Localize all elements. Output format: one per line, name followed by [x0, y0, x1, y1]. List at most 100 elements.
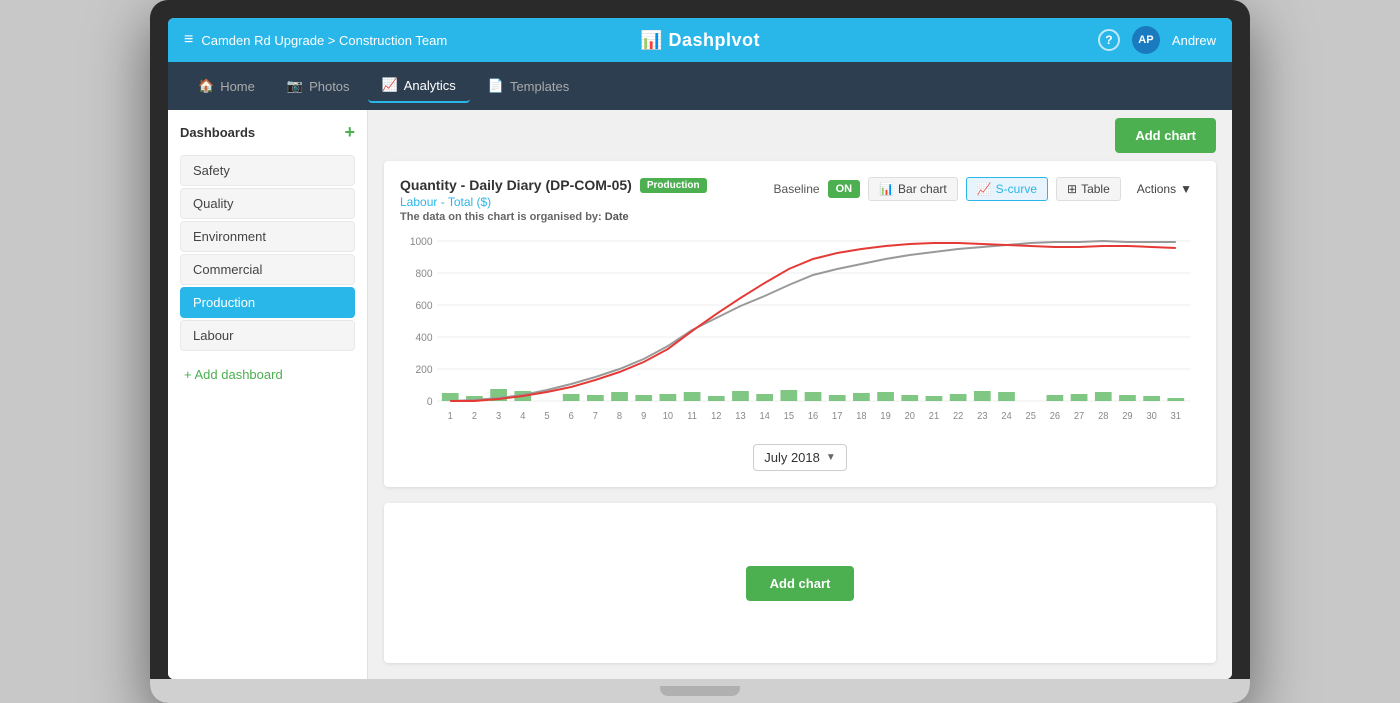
- svg-text:2: 2: [472, 411, 477, 422]
- user-name: Andrew: [1172, 33, 1216, 48]
- chart-subtitle: Labour - Total ($): [400, 195, 774, 209]
- svg-text:21: 21: [929, 411, 939, 422]
- svg-text:1: 1: [448, 411, 453, 422]
- svg-text:30: 30: [1146, 411, 1156, 422]
- scurve-label: S-curve: [996, 182, 1037, 196]
- chart-controls: Baseline ON 📊 Bar chart 📈 S-curve: [774, 177, 1200, 201]
- sidebar-title: Dashboards: [180, 125, 255, 140]
- chart-org-field: Date: [605, 211, 629, 223]
- analytics-icon: 📈: [382, 77, 398, 93]
- month-dropdown[interactable]: July 2018 ▼: [753, 444, 847, 471]
- bar-chart-icon: 📊: [879, 182, 894, 196]
- svg-text:4: 4: [520, 411, 526, 422]
- svg-text:17: 17: [832, 411, 842, 422]
- sidebar-item-production[interactable]: Production: [180, 287, 355, 318]
- nav-item-home[interactable]: 🏠 Home: [184, 70, 269, 102]
- svg-text:600: 600: [416, 300, 433, 312]
- month-selector: July 2018 ▼: [400, 444, 1200, 471]
- add-chart-top-button[interactable]: Add chart: [1115, 118, 1216, 153]
- content-area: Add chart Quantity - Daily Diary (DP-COM…: [368, 110, 1232, 679]
- production-badge: Production: [640, 178, 707, 193]
- table-label: Table: [1081, 182, 1110, 196]
- nav-item-photos[interactable]: 📷 Photos: [273, 70, 364, 102]
- svg-text:6: 6: [569, 411, 574, 422]
- nav-item-analytics[interactable]: 📈 Analytics: [368, 69, 470, 103]
- table-icon: ⊞: [1067, 182, 1077, 196]
- svg-text:19: 19: [880, 411, 890, 422]
- svg-text:28: 28: [1098, 411, 1108, 422]
- bar-chart-label: Bar chart: [898, 182, 947, 196]
- top-bar-right: ? AP Andrew: [1098, 26, 1216, 54]
- svg-text:8: 8: [617, 411, 622, 422]
- svg-text:13: 13: [735, 411, 745, 422]
- home-icon: 🏠: [198, 78, 214, 94]
- sidebar-item-safety[interactable]: Safety: [180, 155, 355, 186]
- chart-card: Quantity - Daily Diary (DP-COM-05) Produ…: [384, 161, 1216, 487]
- svg-text:200: 200: [416, 364, 433, 376]
- sidebar-item-environment[interactable]: Environment: [180, 221, 355, 252]
- month-value: July 2018: [764, 450, 820, 465]
- nav-label-templates: Templates: [510, 79, 569, 94]
- templates-icon: 📄: [488, 78, 504, 94]
- table-button[interactable]: ⊞ Table: [1056, 177, 1121, 201]
- nav-label-analytics: Analytics: [404, 78, 456, 93]
- actions-label: Actions: [1137, 182, 1176, 196]
- svg-text:0: 0: [427, 396, 433, 408]
- chart-header: Quantity - Daily Diary (DP-COM-05) Produ…: [400, 177, 1200, 223]
- chart-title-area: Quantity - Daily Diary (DP-COM-05) Produ…: [400, 177, 774, 223]
- svg-text:22: 22: [953, 411, 963, 422]
- hamburger-icon[interactable]: ≡: [184, 31, 193, 49]
- brand-name: Dashplvot: [668, 30, 760, 51]
- chart-title-row: Quantity - Daily Diary (DP-COM-05) Produ…: [400, 177, 774, 193]
- svg-text:26: 26: [1050, 411, 1060, 422]
- baseline-toggle[interactable]: ON: [828, 180, 861, 198]
- actions-button[interactable]: Actions ▼: [1129, 178, 1200, 200]
- sidebar-item-commercial[interactable]: Commercial: [180, 254, 355, 285]
- photos-icon: 📷: [287, 78, 303, 94]
- content-header: Add chart: [368, 110, 1232, 161]
- svg-text:400: 400: [416, 332, 433, 344]
- svg-text:25: 25: [1026, 411, 1036, 422]
- chart-svg: 0 200 400 600 800 1000: [400, 231, 1200, 431]
- help-icon[interactable]: ?: [1098, 29, 1120, 51]
- baseline-label: Baseline: [774, 182, 820, 196]
- sidebar: Dashboards + Safety Quality Environment …: [168, 110, 368, 679]
- svg-text:3: 3: [496, 411, 501, 422]
- brand-center: 📊 Dashplvot: [640, 30, 760, 51]
- nav-label-photos: Photos: [309, 79, 349, 94]
- nav-bar: 🏠 Home 📷 Photos 📈 Analytics 📄 Templates: [168, 62, 1232, 110]
- svg-text:11: 11: [687, 411, 697, 422]
- svg-text:7: 7: [593, 411, 598, 422]
- svg-text:24: 24: [1001, 411, 1012, 422]
- svg-text:14: 14: [759, 411, 770, 422]
- scurve-icon: 📈: [977, 182, 992, 196]
- svg-text:18: 18: [856, 411, 866, 422]
- empty-chart-card: Add chart: [384, 503, 1216, 663]
- chart-org-note: The data on this chart is organised by: …: [400, 211, 774, 223]
- brand-icon: 📊: [640, 30, 662, 51]
- nav-label-home: Home: [220, 79, 255, 94]
- svg-text:12: 12: [711, 411, 721, 422]
- bar-chart-button[interactable]: 📊 Bar chart: [868, 177, 958, 201]
- svg-text:800: 800: [416, 268, 433, 280]
- month-dropdown-arrow: ▼: [826, 452, 836, 463]
- svg-text:31: 31: [1171, 411, 1181, 422]
- sidebar-item-labour[interactable]: Labour: [180, 320, 355, 351]
- scurve-button[interactable]: 📈 S-curve: [966, 177, 1048, 201]
- svg-text:16: 16: [808, 411, 818, 422]
- svg-text:5: 5: [544, 411, 549, 422]
- chart-area: 0 200 400 600 800 1000: [400, 231, 1200, 436]
- add-dashboard-icon[interactable]: +: [344, 122, 355, 143]
- actions-chevron-icon: ▼: [1180, 182, 1192, 196]
- svg-text:23: 23: [977, 411, 987, 422]
- avatar: AP: [1132, 26, 1160, 54]
- sidebar-item-quality[interactable]: Quality: [180, 188, 355, 219]
- nav-item-templates[interactable]: 📄 Templates: [474, 70, 583, 102]
- svg-text:29: 29: [1122, 411, 1132, 422]
- top-bar: ≡ Camden Rd Upgrade > Construction Team …: [168, 18, 1232, 62]
- main-layout: Dashboards + Safety Quality Environment …: [168, 110, 1232, 679]
- add-dashboard-button[interactable]: + Add dashboard: [180, 359, 355, 390]
- svg-text:15: 15: [784, 411, 794, 422]
- add-chart-center-button[interactable]: Add chart: [746, 566, 855, 601]
- chart-title: Quantity - Daily Diary (DP-COM-05): [400, 177, 632, 193]
